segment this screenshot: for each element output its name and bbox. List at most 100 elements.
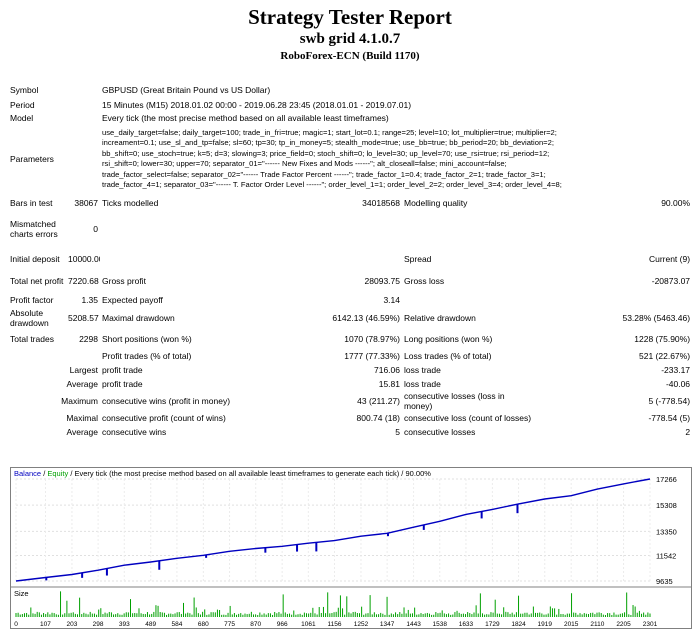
parameters-line: trade_factor_select=false; separator_02=… (102, 169, 546, 179)
ticks-value: 34018568 (362, 197, 400, 208)
maximal-profit-label: consecutive profit (count of wins) (102, 413, 226, 423)
maxdd-label: Maximal drawdown (102, 313, 175, 323)
x-tick-label: 393 (119, 621, 130, 628)
chart-caption: Balance / Equity / Every tick (the most … (14, 469, 431, 478)
trades-label: Total trades (10, 334, 54, 344)
avgcons-label: Average (66, 427, 98, 437)
x-tick-label: 966 (277, 621, 288, 628)
report-table: Symbol GBPUSD (Great Britain Pound vs US… (8, 82, 692, 439)
parameters-label: Parameters (10, 154, 54, 164)
average-loss-label: loss trade (404, 379, 441, 389)
mismatch-value: 0 (93, 224, 98, 234)
x-tick-label: 1919 (538, 621, 553, 628)
max-wins-label: consecutive wins (profit in money) (102, 396, 231, 406)
report-header: Strategy Tester Report swb grid 4.1.0.7 … (0, 4, 700, 64)
maximal-profit-value: 800.74 (18) (356, 413, 400, 423)
x-tick-label: 1347 (380, 621, 395, 628)
reldd-value: 53.28% (5463.46) (622, 313, 691, 323)
x-tick-label: 2301 (643, 621, 658, 628)
x-tick-label: 1061 (301, 621, 316, 628)
ptrades-label: Profit trades (% of total) (102, 351, 192, 361)
mismatch-label: Mismatched charts errors (10, 219, 58, 239)
average-profit-label: profit trade (102, 379, 143, 389)
payoff-label: Expected payoff (102, 294, 163, 305)
maximal-loss-label: consecutive loss (count of losses) (404, 413, 532, 423)
y-tick-label: 17266 (656, 475, 677, 484)
symbol-label: Symbol (10, 85, 39, 95)
parameters-value: use_daily_target=false; daily_target=100… (100, 124, 692, 194)
trades-value: 2298 (79, 334, 98, 344)
x-tick-label: 584 (171, 621, 182, 628)
netprofit-label: Total net profit (10, 276, 64, 286)
largest-label: Largest (69, 365, 98, 375)
average-profit-value: 15.81 (378, 379, 400, 389)
max-wins-value: 43 (211.27) (357, 396, 400, 406)
ticks-label: Ticks modelled (102, 197, 159, 208)
caption-equity: Equity (47, 469, 69, 478)
caption-rest: / Every tick (the most precise method ba… (68, 469, 431, 478)
y-tick-label: 9635 (656, 577, 673, 586)
model-label: Model (10, 112, 34, 123)
x-tick-label: 0 (14, 621, 18, 628)
period-value: 15 Minutes (M15) 2018.01.02 00:00 - 2019… (102, 99, 412, 110)
x-tick-label: 1633 (459, 621, 474, 628)
x-tick-label: 2205 (616, 621, 631, 628)
x-tick-label: 1729 (485, 621, 500, 628)
spread-label: Spread (404, 253, 432, 264)
short-label: Short positions (won %) (102, 334, 192, 344)
deposit-label: Initial deposit (10, 253, 60, 264)
long-value: 1228 (75.90%) (634, 334, 691, 344)
spread-value: Current (9) (648, 253, 691, 264)
x-tick-label: 775 (224, 621, 235, 628)
maxdd-value: 6142.13 (46.59%) (332, 313, 400, 323)
x-tick-label: 1156 (328, 621, 342, 628)
absdd-label: Absolute drawdown (10, 308, 49, 328)
largest-loss-label: loss trade (404, 365, 441, 375)
bars-value: 38067 (74, 197, 98, 208)
x-tick-label: 298 (93, 621, 104, 628)
y-tick-label: 15308 (656, 501, 677, 510)
period-label: Period (10, 99, 35, 110)
size-label: Size (14, 589, 29, 598)
x-tick-label: 870 (250, 621, 261, 628)
avg-wins-value: 5 (395, 427, 400, 437)
pf-value: 1.35 (81, 294, 98, 305)
largest-profit-value: 716.06 (374, 365, 400, 375)
deposit-value: 10000.00 (68, 253, 100, 264)
y-tick-label: 11542 (656, 552, 676, 561)
quality-label: Modelling quality (404, 197, 468, 208)
report-title: Strategy Tester Report (248, 5, 452, 29)
average-loss-value: -40.06 (665, 379, 691, 389)
x-tick-label: 203 (67, 621, 78, 628)
avg-losses-label: consecutive losses (404, 427, 476, 437)
ltrades-label: Loss trades (% of total) (404, 351, 492, 361)
parameters-line: rsi_shift=0; lower=30; upper=70; separat… (102, 159, 507, 168)
grossloss-value: -20873.07 (651, 276, 691, 286)
grossprofit-label: Gross profit (102, 276, 146, 286)
report-page: Strategy Tester Report swb grid 4.1.0.7 … (0, 4, 700, 634)
parameters-line: trade_factor_4=1; separator_03="------ T… (102, 180, 562, 189)
payoff-value: 3.14 (383, 294, 400, 305)
average-label: Average (66, 379, 98, 389)
netprofit-value: 7220.68 (68, 276, 99, 286)
ptrades-value: 1777 (77.33%) (344, 351, 400, 361)
ea-name: swb grid 4.1.0.7 (299, 31, 401, 47)
server-name: RoboForex-ECN (Build 1170) (280, 50, 420, 62)
maximal-loss-value: -778.54 (5) (648, 413, 691, 423)
y-tick-label: 13350 (656, 527, 677, 536)
model-value: Every tick (the most precise method base… (102, 112, 389, 123)
bars-label: Bars in test (10, 197, 53, 208)
max-losses-value: 5 (-778.54) (648, 396, 691, 406)
x-tick-label: 2110 (590, 621, 604, 628)
maximum-label: Maximum (61, 396, 98, 406)
x-tick-label: 489 (145, 621, 156, 628)
largest-loss-value: -233.17 (661, 365, 691, 375)
avg-wins-label: consecutive wins (102, 427, 167, 437)
x-tick-label: 2015 (564, 621, 579, 628)
pf-label: Profit factor (10, 294, 54, 305)
parameters-line: bb_shift=0; use_stoch=true; k=5; d=3; sl… (102, 148, 550, 158)
grossloss-label: Gross loss (404, 276, 445, 286)
x-tick-label: 1252 (354, 621, 369, 628)
balance-chart: 17266 15308 13350 11542 9635 Size 0 107 203 298… (10, 467, 692, 629)
x-tick-label: 107 (40, 621, 51, 628)
